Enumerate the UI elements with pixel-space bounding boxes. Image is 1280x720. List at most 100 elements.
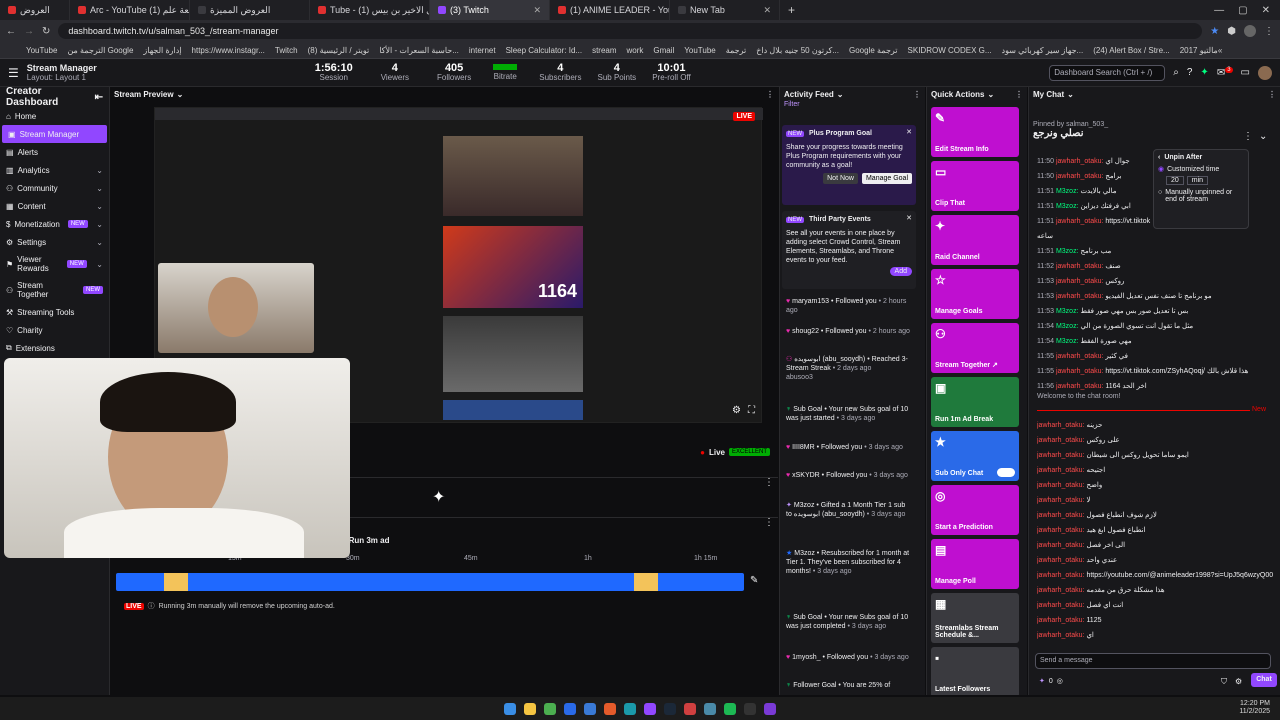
chat-username[interactable]: jawharh_otaku: [1037, 587, 1084, 594]
sidebar-item-extensions[interactable]: ⧉ Extensions [0, 339, 109, 357]
chat-username[interactable]: jawharh_otaku: [1037, 497, 1084, 504]
bookmark-item[interactable]: مالتيو 2017« [1180, 46, 1223, 55]
quick-action-edit-stream-info[interactable]: ✎ Edit Stream Info [931, 107, 1019, 157]
chat-message[interactable]: 11:56 jawharh_otaku: اخر الحد 1164 [1037, 382, 1273, 391]
chat-message[interactable]: jawharh_otaku: على روكس [1037, 436, 1273, 445]
feed-event[interactable]: ★ M3zoz • Resubscribed for 1 month at Ti… [786, 549, 910, 576]
channel-points[interactable]: ✦ 0 ◎ [1039, 677, 1063, 686]
chat-message[interactable]: 11:55 jawharh_otaku: في كثير [1037, 352, 1273, 361]
ad-slot[interactable] [164, 573, 188, 591]
chat-input[interactable]: Send a message [1035, 653, 1271, 669]
chat-username[interactable]: jawharh_otaku: [1056, 368, 1103, 375]
hamburger-icon[interactable]: ☰ [0, 66, 27, 80]
chat-message[interactable]: jawharh_otaku: واضح [1037, 481, 1273, 490]
feed-event[interactable]: ♥ 1myosh_ • Followed you • 3 days ago [786, 653, 910, 662]
chat-username[interactable]: jawharh_otaku: [1037, 617, 1084, 624]
sidebar-item-home[interactable]: ⌂ Home [0, 107, 109, 125]
chat-username[interactable]: jawharh_otaku: [1056, 353, 1103, 360]
chat-message[interactable]: jawharh_otaku: لازم شوف انطباع فصول [1037, 511, 1273, 520]
obs-icon[interactable] [744, 702, 756, 715]
chat-message[interactable]: jawharh_otaku: حزينه [1037, 421, 1273, 430]
dashboard-search-input[interactable]: Dashboard Search (Ctrl + /) [1049, 64, 1166, 81]
radio-selected-icon[interactable]: ◉ [1158, 165, 1164, 173]
sidebar-item-community[interactable]: ⚇ Community ⌄ [0, 179, 109, 197]
ad-timeline-bar[interactable] [116, 573, 744, 591]
chat-message[interactable]: jawharh_otaku: اجتيحه [1037, 466, 1273, 475]
time-input[interactable]: 20 [1166, 176, 1184, 185]
more-icon[interactable]: ⋮ [764, 477, 774, 488]
browser-tab[interactable]: Tube - الفصل الاخير بن بيس (1) [310, 0, 430, 20]
gear-icon[interactable]: ⚙ [732, 405, 741, 416]
chevron-down-icon[interactable]: ⌄ [1259, 131, 1267, 142]
chat-message[interactable]: 11:53 jawharh_otaku: مو برنامج تا صنف نف… [1037, 292, 1273, 301]
spotify-icon[interactable] [724, 702, 736, 715]
sidebar-item-stream-manager[interactable]: ▣ Stream Manager [2, 125, 107, 143]
close-icon[interactable]: ✕ [906, 128, 912, 137]
chat-message[interactable]: jawharh_otaku: انطباع فصول ابغ هيد [1037, 526, 1273, 535]
chat-username[interactable]: jawharh_otaku: [1056, 173, 1103, 180]
more-icon[interactable]: ⋮ [1243, 131, 1253, 142]
browser-tab-active[interactable]: (3) Twitch ✕ [430, 0, 550, 20]
chat-message[interactable]: 11:52 jawharh_otaku: صنف [1037, 262, 1273, 271]
quick-action-start-prediction[interactable]: ◎ Start a Prediction [931, 485, 1019, 535]
feed-event[interactable]: ♥ maryam153 • Followed you • 2 hours ago [786, 297, 910, 315]
bookmark-item[interactable]: SKIDROW CODEX G... [908, 46, 992, 55]
chat-message[interactable]: 11:54 M3zoz: مثل ما تقول انت تسوي الصورة… [1037, 322, 1273, 331]
chat-username[interactable]: jawharh_otaku: [1037, 602, 1084, 609]
profile-avatar[interactable] [1244, 25, 1256, 37]
bookmark-item[interactable]: ترجمة [726, 46, 747, 55]
chat-username[interactable]: M3zoz: [1056, 308, 1079, 315]
add-button[interactable]: Add [889, 267, 912, 276]
quick-action-sub-only-chat[interactable]: ★ Sub Only Chat [931, 431, 1019, 481]
chat-message[interactable]: jawharh_otaku: الى اخر فصل [1037, 541, 1273, 550]
unit-select[interactable]: min [1186, 176, 1209, 185]
bookmark-item[interactable]: (24) Alert Box / Stre... [1093, 46, 1169, 55]
feed-event[interactable]: ♆ Follower Goal • You are 25% of [786, 681, 910, 690]
chat-message[interactable]: jawharh_otaku: اي [1037, 631, 1273, 640]
chat-message[interactable]: jawharh_otaku: 1125 [1037, 616, 1273, 625]
chat-username[interactable]: jawharh_otaku: [1056, 158, 1103, 165]
chat-message[interactable]: 11:53 M3zoz: بس تا تعديل صور بس مهي صور … [1037, 307, 1273, 316]
chat-username[interactable]: jawharh_otaku: [1037, 467, 1084, 474]
maximize-icon[interactable]: ▢ [1238, 5, 1247, 16]
chat-message[interactable]: ساعه [1037, 232, 1273, 241]
bookmark-item[interactable]: تويتر / الرئيسية (8) [308, 46, 370, 55]
feed-event[interactable]: ⚇ ابوسويده (abu_sooydh) • Reached 3-Stre… [786, 355, 910, 382]
more-icon[interactable]: ⋮ [913, 90, 921, 99]
steam-icon[interactable] [664, 702, 676, 715]
feed-event[interactable]: ♆ Sub Goal • Your new Subs goal of 10 wa… [786, 405, 910, 423]
close-icon[interactable]: ✕ [906, 214, 912, 223]
chat-message[interactable]: 11:53 jawharh_otaku: روكس [1037, 277, 1273, 286]
collapse-icon[interactable]: ⇤ [95, 92, 103, 103]
bookmark-star-icon[interactable]: ★ [1210, 26, 1219, 37]
browser-tab[interactable]: Arc - YouTube (1) مراجعة علم [70, 0, 190, 20]
more-icon[interactable]: ⋮ [1268, 90, 1276, 99]
radio-icon[interactable]: ○ [1158, 189, 1162, 203]
app-icon[interactable] [684, 702, 696, 715]
chat-message[interactable]: jawharh_otaku: انت اي فصل [1037, 601, 1273, 610]
app-icon[interactable] [704, 702, 716, 715]
chat-username[interactable]: jawharh_otaku: [1037, 527, 1084, 534]
chat-username[interactable]: jawharh_otaku: [1037, 437, 1084, 444]
app-icon[interactable] [564, 702, 576, 715]
app-icon[interactable] [624, 702, 636, 715]
more-icon[interactable]: ⋮ [764, 517, 774, 528]
sidebar-item-content[interactable]: ▦ Content ⌄ [0, 197, 109, 215]
search-icon[interactable]: ⌕ [1173, 67, 1179, 78]
chat-username[interactable]: jawharh_otaku: [1037, 632, 1084, 639]
chat-username[interactable]: M3zoz: [1056, 338, 1079, 345]
fullscreen-icon[interactable]: ⛶ [748, 405, 755, 416]
help-icon[interactable]: ? [1187, 67, 1193, 78]
bookmark-item[interactable]: Google ترجمة [849, 46, 898, 55]
forward-icon[interactable]: → [24, 26, 34, 37]
minimize-icon[interactable]: — [1214, 5, 1224, 16]
windows-start-icon[interactable] [504, 702, 516, 715]
shield-icon[interactable]: ⛉ [1221, 677, 1227, 687]
close-icon[interactable]: ✕ [533, 5, 541, 16]
app-icon[interactable] [584, 702, 596, 715]
chat-message[interactable]: 11:54 M3zoz: مهي صورة الفقط [1037, 337, 1273, 346]
brave-icon[interactable] [604, 702, 616, 715]
quick-action-stream-together[interactable]: ⚇ Stream Together ↗ [931, 323, 1019, 373]
bookmark-item[interactable]: حاسبة السعرات - الأكا... [379, 46, 459, 55]
feed-event[interactable]: ♥ xSKYDR • Followed you • 3 days ago [786, 471, 910, 480]
